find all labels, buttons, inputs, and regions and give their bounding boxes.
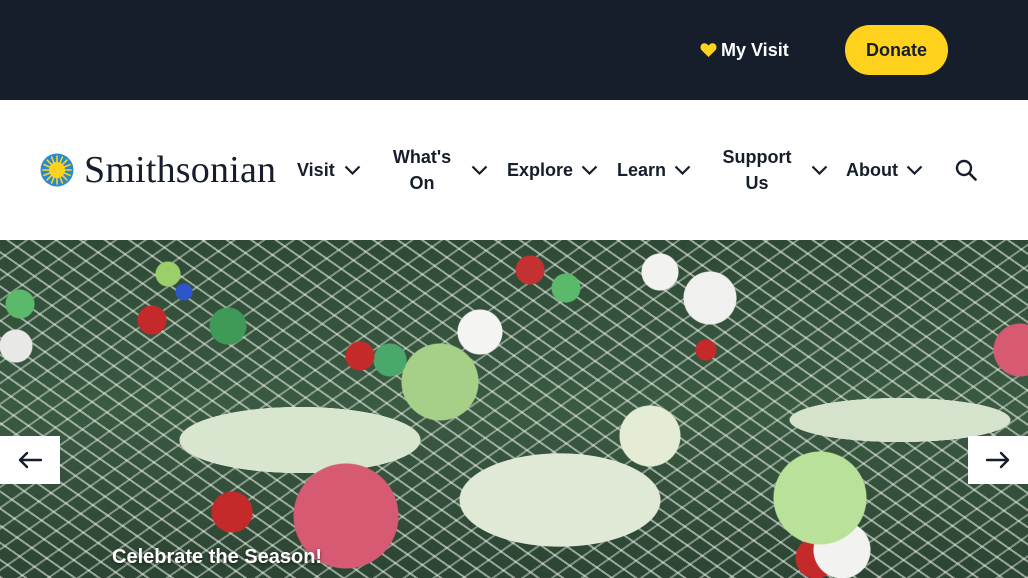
- my-visit-link[interactable]: My Visit: [700, 36, 789, 64]
- nav-item-about[interactable]: About: [846, 157, 923, 183]
- utility-bar: My Visit Donate: [0, 0, 1028, 100]
- chevron-down-icon: [344, 165, 360, 175]
- hero-caption[interactable]: Celebrate the Season!: [112, 546, 322, 569]
- donate-button[interactable]: Donate: [845, 25, 948, 75]
- search-icon[interactable]: [955, 159, 977, 181]
- nav-item-label: Explore: [507, 160, 574, 180]
- nav-item-label: About: [846, 160, 898, 180]
- arrow-left-icon: [18, 451, 43, 469]
- chevron-down-icon: [811, 165, 828, 175]
- nav-item-support-us[interactable]: Support Us: [718, 144, 828, 196]
- main-header: Smithsonian Visit What's On Explore Lear…: [0, 100, 1028, 240]
- carousel-prev-button[interactable]: [0, 436, 60, 484]
- chevron-down-icon: [674, 165, 691, 175]
- nav-item-label: Support Us: [722, 147, 792, 193]
- arrow-right-icon: [985, 451, 1010, 469]
- nav-item-whats-on[interactable]: What's On: [388, 144, 488, 196]
- nav-item-label: What's On: [392, 147, 452, 193]
- nav-item-explore[interactable]: Explore: [507, 157, 598, 183]
- chevron-down-icon: [906, 165, 923, 175]
- carousel-next-button[interactable]: [968, 436, 1028, 484]
- sun-icon: [40, 153, 74, 187]
- hero-carousel: Celebrate the Season!: [0, 240, 1028, 578]
- nav-item-learn[interactable]: Learn: [617, 157, 691, 183]
- logo-wordmark: Smithsonian: [84, 149, 277, 191]
- chevron-down-icon: [581, 165, 598, 175]
- nav-item-visit[interactable]: Visit: [297, 157, 361, 183]
- smithsonian-logo[interactable]: Smithsonian: [40, 150, 276, 190]
- my-visit-label: My Visit: [721, 39, 789, 60]
- nav-item-label: Learn: [617, 160, 667, 180]
- chevron-down-icon: [471, 165, 488, 175]
- heart-icon: [700, 42, 717, 58]
- nav-item-label: Visit: [297, 160, 335, 180]
